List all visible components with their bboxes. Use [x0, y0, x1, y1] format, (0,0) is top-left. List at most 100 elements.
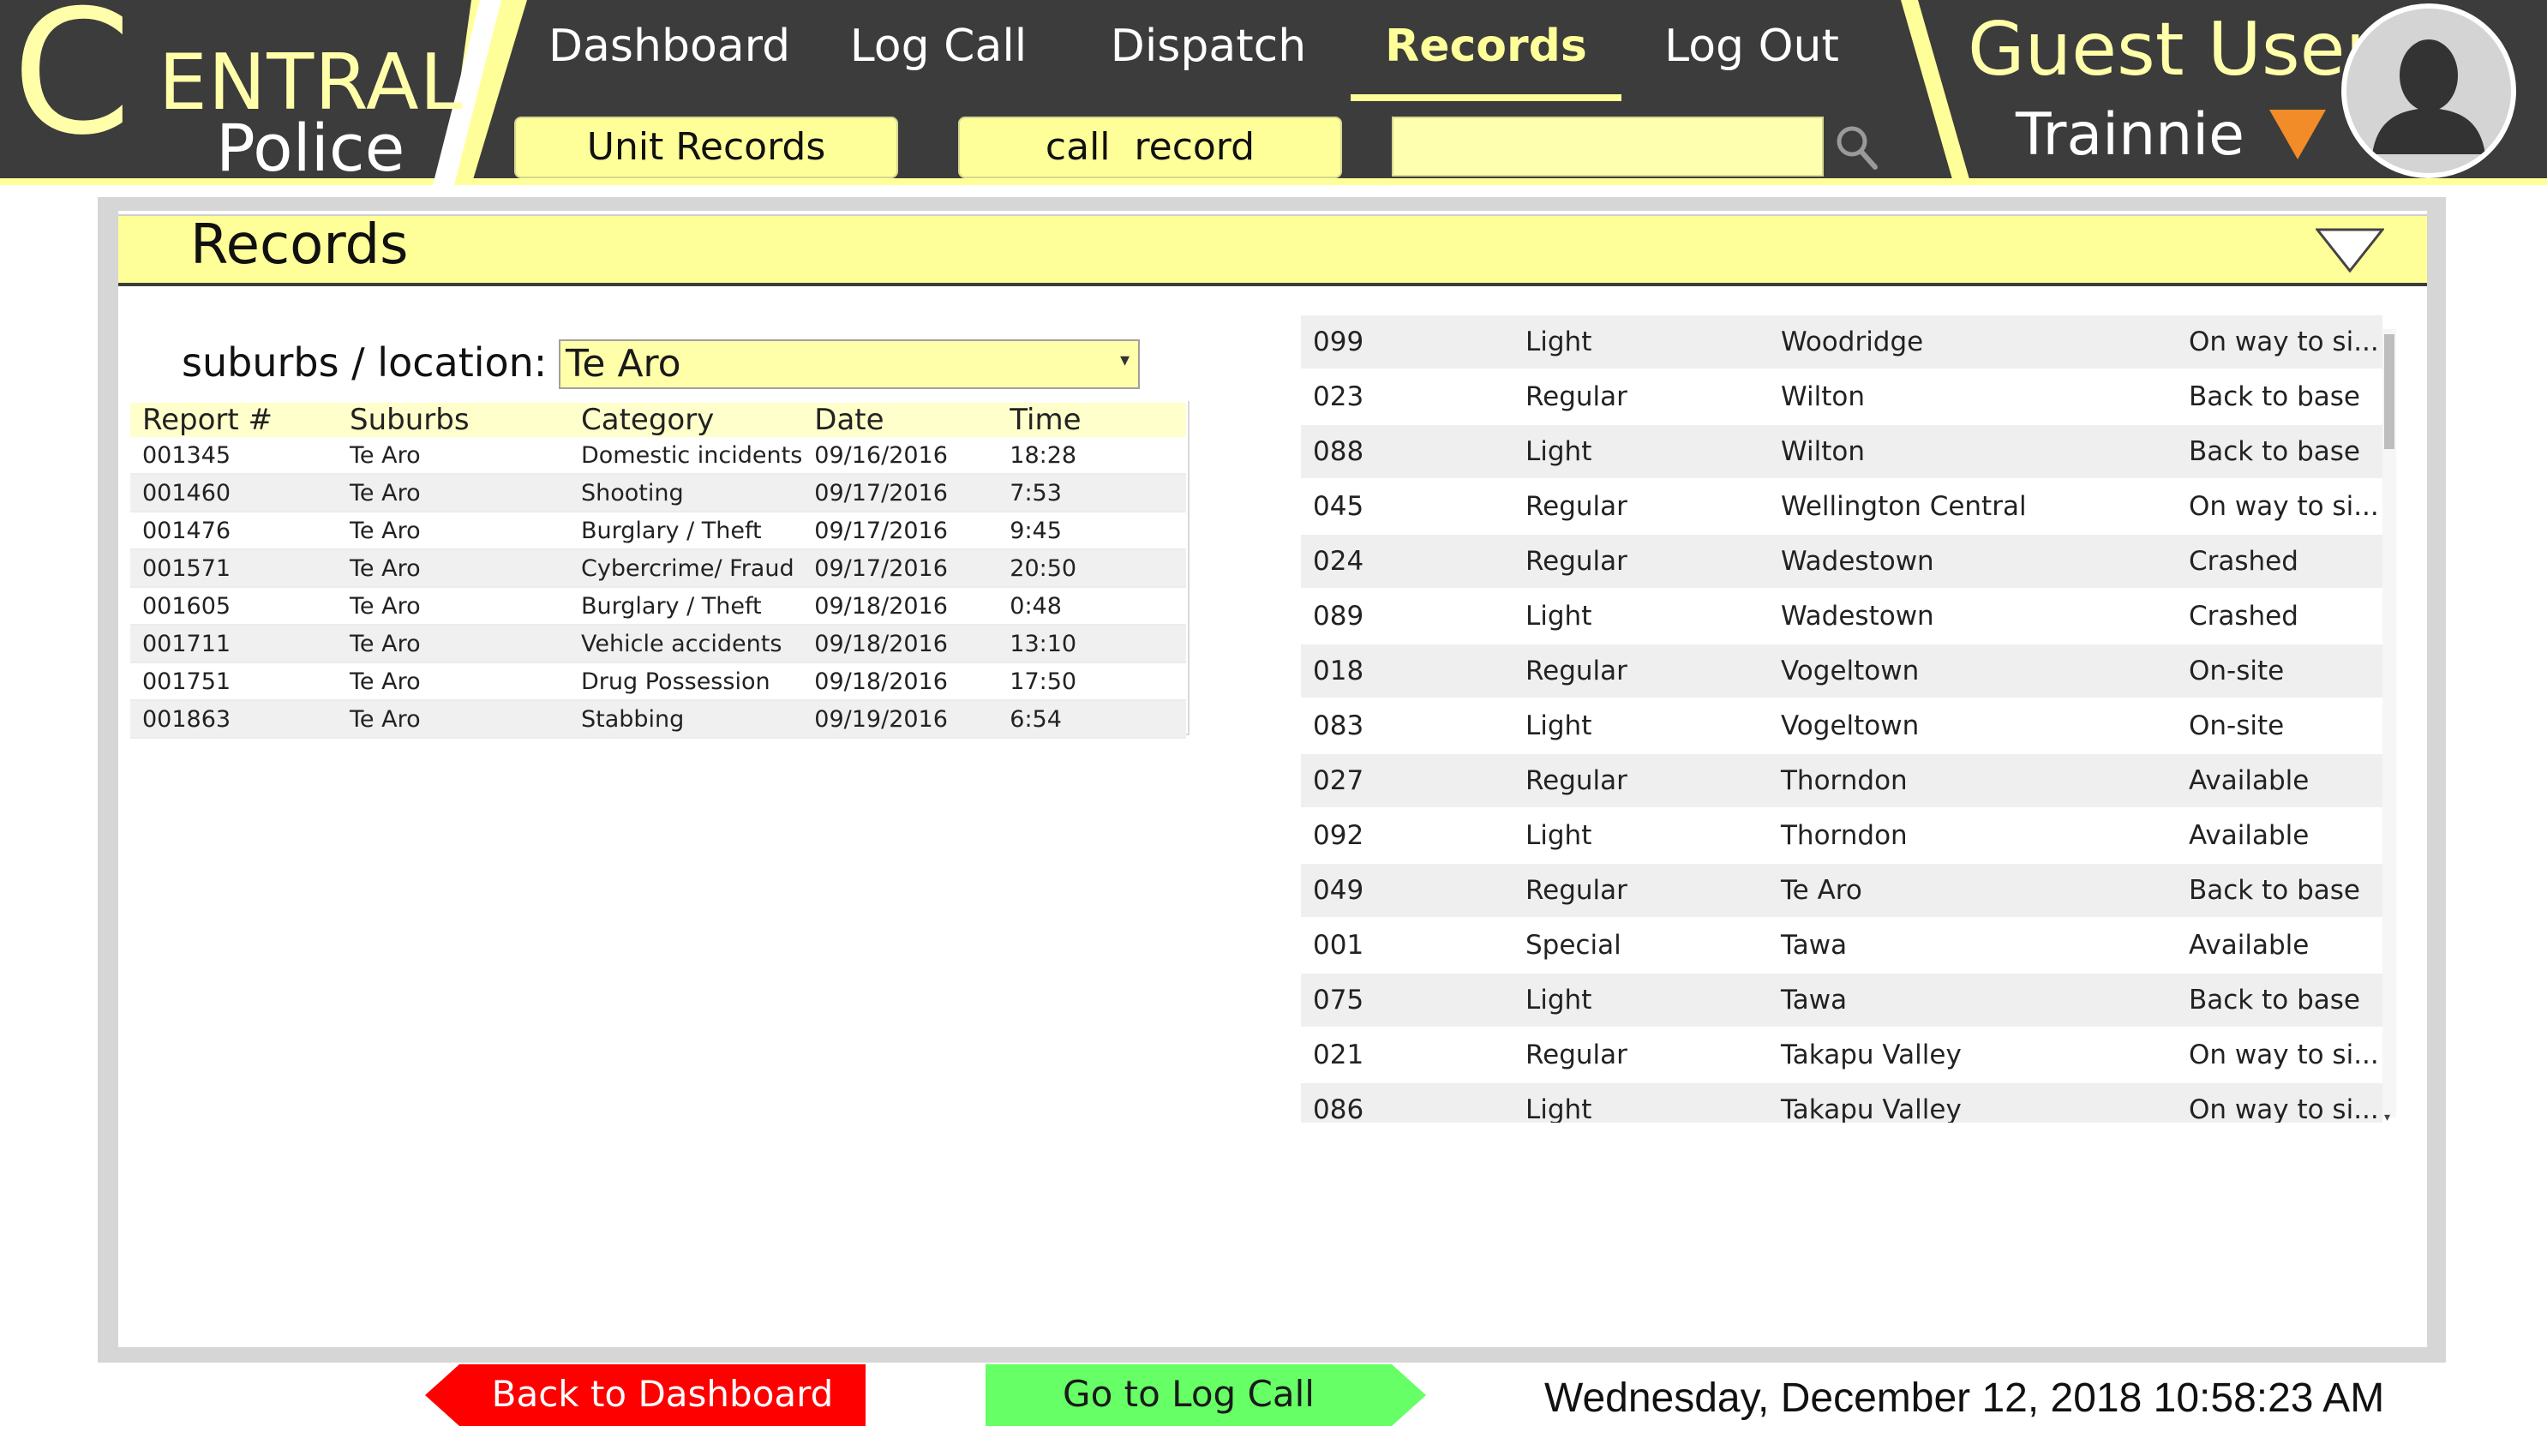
avatar[interactable] [2341, 3, 2516, 178]
unit-type: Light [1513, 315, 1769, 370]
triangle-down-icon[interactable] [2316, 228, 2384, 273]
suburb-select[interactable]: Te Aro ▾ [559, 339, 1140, 389]
unit-type: Regular [1513, 863, 1769, 919]
unit-id: 088 [1301, 424, 1513, 480]
unit-id: 018 [1301, 644, 1513, 699]
table-row[interactable]: 001605 Te Aro Burglary / Theft 09/18/2016 0:… [130, 587, 1186, 626]
units-scrollbar[interactable]: ▾ [2382, 329, 2396, 1123]
nav-log-call[interactable]: Log Call [840, 15, 1037, 84]
unit-type: Regular [1513, 369, 1769, 425]
report-table: Report # Suburbs Category Date Time 0013… [130, 403, 1186, 739]
logo-initial: C [12, 0, 132, 173]
unit-status: Back to base [2177, 863, 2382, 919]
report-number: 001460 [130, 474, 338, 512]
unit-status: On way to si... [2177, 315, 2382, 370]
unit-row[interactable]: 045 Regular Wellington Central On way to si… [1301, 479, 2382, 535]
suburb-select-value: Te Aro [566, 342, 681, 386]
unit-row[interactable]: 099 Light Woodridge On way to si... [1301, 315, 2382, 370]
table-row[interactable]: 001571 Te Aro Cybercrime/ Fraud 09/17/2016 2… [130, 549, 1186, 588]
unit-status: On way to si... [2177, 479, 2382, 535]
unit-row[interactable]: 024 Regular Wadestown Crashed [1301, 534, 2382, 590]
report-date: 09/16/2016 [802, 437, 998, 475]
table-row[interactable]: 001460 Te Aro Shooting 09/17/2016 7:53 [130, 474, 1186, 512]
unit-row[interactable]: 023 Regular Wilton Back to base [1301, 369, 2382, 425]
unit-id: 099 [1301, 315, 1513, 370]
unit-location: Woodridge [1769, 315, 2177, 370]
unit-id: 023 [1301, 369, 1513, 425]
unit-row[interactable]: 088 Light Wilton Back to base [1301, 424, 2382, 480]
report-date: 09/17/2016 [802, 474, 998, 512]
unit-row[interactable]: 049 Regular Te Aro Back to base [1301, 863, 2382, 919]
unit-row[interactable]: 083 Light Vogeltown On-site [1301, 698, 2382, 754]
nav-records[interactable]: Records [1351, 15, 1621, 101]
panel-title-bar [118, 214, 2427, 286]
report-suburb: Te Aro [338, 587, 569, 626]
unit-location: Tawa [1769, 973, 2177, 1028]
search-input[interactable] [1392, 117, 1824, 177]
unit-status: Crashed [2177, 589, 2382, 644]
unit-status: On-site [2177, 698, 2382, 754]
report-number: 001751 [130, 662, 338, 701]
report-date: 09/18/2016 [802, 662, 998, 701]
nav-dashboard[interactable]: Dashboard [548, 15, 790, 84]
unit-location: Vogeltown [1769, 698, 2177, 754]
report-suburb: Te Aro [338, 700, 569, 739]
unit-type: Regular [1513, 753, 1769, 809]
col-time[interactable]: Time [998, 403, 1186, 437]
table-row[interactable]: 001711 Te Aro Vehicle accidents 09/18/2016 1… [130, 625, 1186, 663]
unit-location: Te Aro [1769, 863, 2177, 919]
report-category: Stabbing [569, 700, 803, 739]
unit-location: Takapu Valley [1769, 1028, 2177, 1083]
go-to-log-call-button[interactable]: Go to Log Call [986, 1366, 1392, 1424]
table-row[interactable]: 001345 Te Aro Domestic incidents 09/16/2016… [130, 437, 1186, 475]
unit-records-button[interactable]: Unit Records [514, 117, 898, 178]
unit-row[interactable]: 075 Light Tawa Back to base [1301, 973, 2382, 1028]
user-silhouette-icon [2372, 39, 2485, 154]
nav-log-out[interactable]: Log Out [1656, 15, 1848, 84]
report-number: 001345 [130, 437, 338, 475]
report-suburb: Te Aro [338, 662, 569, 701]
call-record-button[interactable]: call record [958, 117, 1342, 178]
report-suburb: Te Aro [338, 549, 569, 588]
unit-type: Light [1513, 589, 1769, 644]
unit-row[interactable]: 027 Regular Thorndon Available [1301, 753, 2382, 809]
unit-location: Wilton [1769, 424, 2177, 480]
col-category[interactable]: Category [569, 403, 803, 437]
unit-id: 083 [1301, 698, 1513, 754]
unit-id: 045 [1301, 479, 1513, 535]
col-suburbs[interactable]: Suburbs [338, 403, 569, 437]
table-row[interactable]: 001751 Te Aro Drug Possession 09/18/2016 17:… [130, 662, 1186, 701]
report-time: 0:48 [998, 587, 1186, 626]
unit-type: Light [1513, 1082, 1769, 1123]
unit-row[interactable]: 086 Light Takapu Valley On way to si... [1301, 1082, 2382, 1123]
unit-row[interactable]: 018 Regular Vogeltown On-site [1301, 644, 2382, 699]
units-table: 099 Light Woodridge On way to si... 023 Regu… [1301, 315, 2382, 1123]
report-category: Burglary / Theft [569, 512, 803, 550]
table-row[interactable]: 001863 Te Aro Stabbing 09/19/2016 6:54 [130, 700, 1186, 739]
report-category: Shooting [569, 474, 803, 512]
unit-row[interactable]: 001 Special Tawa Available [1301, 918, 2382, 974]
caret-down-icon: ▾ [1119, 350, 1130, 371]
unit-row[interactable]: 089 Light Wadestown Crashed [1301, 589, 2382, 644]
unit-status: Available [2177, 753, 2382, 809]
page-title: Records [190, 213, 409, 277]
col-date[interactable]: Date [802, 403, 998, 437]
user-name: Guest User [1968, 7, 2376, 93]
unit-status: Back to base [2177, 424, 2382, 480]
search-icon[interactable] [1834, 123, 1880, 173]
nav-dispatch[interactable]: Dispatch [1107, 15, 1309, 84]
unit-row[interactable]: 092 Light Thorndon Available [1301, 808, 2382, 864]
unit-location: Wadestown [1769, 534, 2177, 590]
table-row[interactable]: 001476 Te Aro Burglary / Theft 09/17/2016 9:… [130, 512, 1186, 550]
scrollbar-thumb[interactable] [2384, 334, 2394, 449]
col-report-number[interactable]: Report # [130, 403, 338, 437]
report-time: 7:53 [998, 474, 1186, 512]
scroll-down-icon[interactable]: ▾ [2384, 1110, 2390, 1124]
user-menu-arrow-icon[interactable] [2269, 110, 2326, 159]
units-list[interactable]: 099 Light Woodridge On way to si... 023 Regu… [1301, 315, 2400, 1123]
unit-row[interactable]: 021 Regular Takapu Valley On way to si... [1301, 1028, 2382, 1083]
report-number: 001863 [130, 700, 338, 739]
unit-id: 086 [1301, 1082, 1513, 1123]
back-to-dashboard-button[interactable]: Back to Dashboard [459, 1366, 866, 1424]
user-role: Trainnie [2016, 101, 2244, 169]
